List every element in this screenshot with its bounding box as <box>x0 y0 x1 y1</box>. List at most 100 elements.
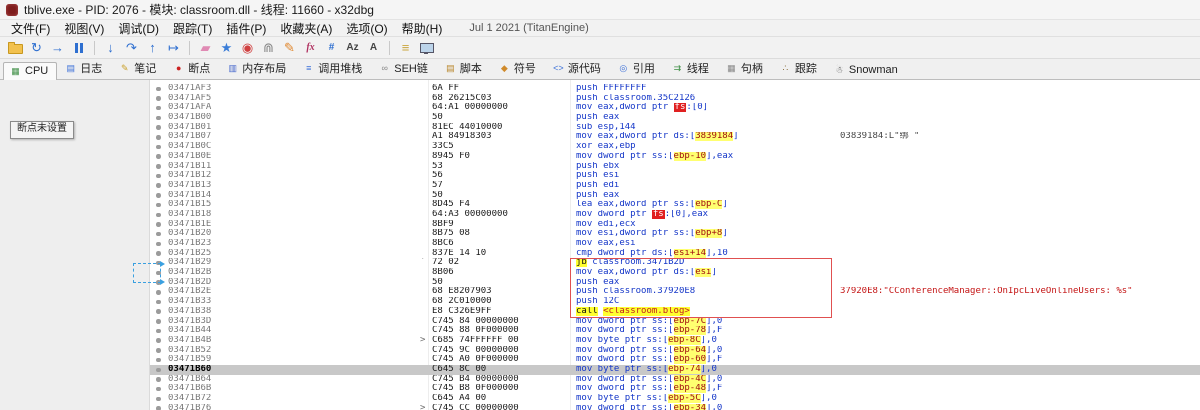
disasm-row[interactable]: 03471B20 8B75 08 mov esi,dword ptr ss:[ebp… <box>150 229 1200 239</box>
paperclip-icon[interactable]: ⋒ <box>259 39 278 57</box>
menu-item[interactable]: 视图(V) <box>57 20 111 37</box>
tab-threads[interactable]: ⇉ 线程 <box>665 57 718 79</box>
menu-item[interactable]: 收藏夹(A) <box>273 20 339 37</box>
breakpoint-dot[interactable] <box>150 210 168 220</box>
assemble-icon[interactable]: A <box>364 39 383 57</box>
tab-script[interactable]: ▤ 脚本 <box>438 57 491 79</box>
disasm-row[interactable]: 03471B14 50 push eax <box>150 191 1200 201</box>
disasm-row[interactable]: 03471B01 81EC 44010000 sub esp,144 <box>150 123 1200 133</box>
execute-till-return-icon[interactable]: ↑ <box>143 39 162 57</box>
breakpoint-dot[interactable] <box>150 103 168 113</box>
script-icon[interactable]: ≡ <box>396 39 415 57</box>
step-over-icon[interactable]: ↷ <box>122 39 141 57</box>
tab-references[interactable]: ◎ 引用 <box>611 57 664 79</box>
breakpoint-dot[interactable] <box>150 152 168 162</box>
disasm-row[interactable]: 03471B07 A1 84918303 mov eax,dword ptr ds:… <box>150 132 1200 142</box>
disasm-row[interactable]: 03471B59 C745 A0 0F000000 mov dword ptr ss… <box>150 355 1200 365</box>
disasm-row[interactable]: 03471AFA 64:A1 00000000 mov eax,dword ptr … <box>150 103 1200 113</box>
disasm-row[interactable]: 03471B18 64:A3 00000000 mov dword ptr fs:[… <box>150 209 1200 220</box>
disasm-row[interactable]: 03471B72 C645 A4 00 mov byte ptr ss:[ebp-5… <box>150 394 1200 404</box>
disasm-row[interactable]: 03471B64 C745 B4 00000000 mov dword ptr ss… <box>150 374 1200 385</box>
disasm-row[interactable]: 03471B44 C745 88 0F000000 mov dword ptr ss… <box>150 326 1200 336</box>
breakpoint-dot[interactable] <box>150 375 168 385</box>
menu-item[interactable]: 选项(O) <box>339 20 394 37</box>
run-to-user-code-icon[interactable]: ↦ <box>164 39 183 57</box>
tab-memory-map[interactable]: ▥ 内存布局 <box>220 57 295 79</box>
disasm-row[interactable]: 03471B60 C645 8C 00 mov byte ptr ss:[ebp-7… <box>150 364 1200 375</box>
open-file-icon[interactable] <box>6 39 25 57</box>
breakpoint-dot[interactable] <box>150 317 168 327</box>
disasm-row[interactable]: 03471B15 8D45 F4 lea eax,dword ptr ss:[ebp… <box>150 200 1200 210</box>
disasm-row[interactable]: 03471B4B > C685 74FFFFFF 00 mov byte ptr ss… <box>150 335 1200 346</box>
tab-source[interactable]: <> 源代码 <box>546 57 610 79</box>
breakpoint-dot[interactable] <box>150 326 168 336</box>
breakpoint-dot[interactable] <box>150 307 168 317</box>
breakpoint-dot[interactable] <box>150 94 168 104</box>
breakpoint-dot[interactable] <box>150 200 168 210</box>
disasm-row[interactable]: 03471B23 8BC6 mov eax,esi <box>150 239 1200 249</box>
tab-call-stack[interactable]: ≡ 调用堆栈 <box>296 57 371 79</box>
run-icon[interactable]: → <box>48 39 67 57</box>
disasm-row[interactable]: 03471B52 C745 9C 00000000 mov dword ptr ss… <box>150 345 1200 356</box>
tab-handles[interactable]: ▦ 句柄 <box>719 57 772 79</box>
step-into-icon[interactable]: ↓ <box>101 39 120 57</box>
disasm-row[interactable]: 03471B12 56 push esi <box>150 171 1200 181</box>
disasm-row[interactable]: 03471B25 837E 14 10 cmp dword ptr ds:[esi+… <box>150 248 1200 259</box>
tab-trace[interactable]: ∴ 跟踪 <box>773 57 826 79</box>
disasm-row[interactable]: 03471B0E 8945 F0 mov dword ptr ss:[ebp-10]… <box>150 151 1200 162</box>
breakpoint-dot[interactable] <box>150 132 168 142</box>
pause-icon[interactable] <box>69 39 88 57</box>
eraser-icon[interactable]: ▰ <box>196 39 215 57</box>
breakpoint-dot[interactable] <box>150 394 168 404</box>
breakpoint-dot[interactable] <box>150 365 168 375</box>
breakpoint-dot[interactable] <box>150 297 168 307</box>
tab-log[interactable]: ▤ 日志 <box>58 57 111 79</box>
breakpoint-dot[interactable] <box>150 229 168 239</box>
disasm-row[interactable]: 03471B00 50 push eax <box>150 113 1200 123</box>
pencil-icon[interactable]: ✎ <box>280 39 299 57</box>
disasm-row[interactable]: 03471B13 57 push edi <box>150 181 1200 191</box>
az-icon[interactable]: Az <box>343 39 362 57</box>
breakpoint-dot[interactable] <box>150 355 168 365</box>
menu-item[interactable]: 跟踪(T) <box>166 20 219 37</box>
menu-item[interactable]: 帮助(H) <box>395 20 450 37</box>
disasm-row[interactable]: 03471B11 53 push ebx <box>150 162 1200 172</box>
breakpoint-dot[interactable] <box>150 346 168 356</box>
breakpoint-dot[interactable] <box>150 142 168 152</box>
disasm-row[interactable]: 03471B0C 33C5 xor eax,ebp <box>150 142 1200 152</box>
disasm-row[interactable]: 03471AF5 68 26215C03 push classroom.35C212… <box>150 94 1200 104</box>
fx-icon[interactable]: fx <box>301 39 320 57</box>
disasm-row[interactable]: 03471B6B C745 B8 0F000000 mov dword ptr ss… <box>150 384 1200 394</box>
tab-symbols[interactable]: ◆ 符号 <box>492 57 545 79</box>
menu-item[interactable]: 调试(D) <box>111 20 166 37</box>
breakpoint-dot[interactable] <box>150 162 168 172</box>
breakpoint-dot[interactable] <box>150 181 168 191</box>
breakpoint-dot[interactable] <box>150 239 168 249</box>
breakpoint-dot[interactable] <box>150 113 168 123</box>
tab-cpu[interactable]: ▦ CPU <box>3 62 58 80</box>
tab-seh-chain[interactable]: ∞ SEH链 <box>372 57 437 79</box>
disasm-row[interactable]: 03471B76 > C745 CC 00000000 mov dword ptr s… <box>150 403 1200 410</box>
breakpoint-dot[interactable] <box>150 191 168 201</box>
breakpoint-dot[interactable] <box>150 84 168 94</box>
disasm-row[interactable]: 03471B1E 8BF9 mov edi,ecx <box>150 220 1200 230</box>
tab-notes[interactable]: ✎ 笔记 <box>112 57 165 79</box>
tab-snowman[interactable]: ☃ Snowman <box>827 61 907 79</box>
debuggee-monitor-icon[interactable] <box>417 39 436 57</box>
tab-breakpoints[interactable]: ● 断点 <box>166 57 219 79</box>
breakpoint-dot[interactable] <box>150 171 168 181</box>
breakpoint-dot[interactable] <box>150 123 168 133</box>
menu-item[interactable]: 插件(P) <box>219 20 273 37</box>
disasm-row[interactable]: 03471AF3 6A FF push FFFFFFFF <box>150 84 1200 94</box>
breakpoint-dot[interactable] <box>150 336 168 346</box>
breakpoint-dot[interactable] <box>150 404 168 410</box>
breakpoint-dot[interactable] <box>150 384 168 394</box>
magic-wand-icon[interactable]: ★ <box>217 39 236 57</box>
menu-item[interactable]: 文件(F) <box>4 20 57 37</box>
restart-icon[interactable]: ↻ <box>27 39 46 57</box>
breakpoint-dot[interactable] <box>150 249 168 259</box>
hash-icon[interactable]: # <box>322 39 341 57</box>
breakpoint-dot[interactable] <box>150 220 168 230</box>
breakpoint-dot[interactable] <box>150 287 168 297</box>
award-ribbon-icon[interactable]: ◉ <box>238 39 257 57</box>
